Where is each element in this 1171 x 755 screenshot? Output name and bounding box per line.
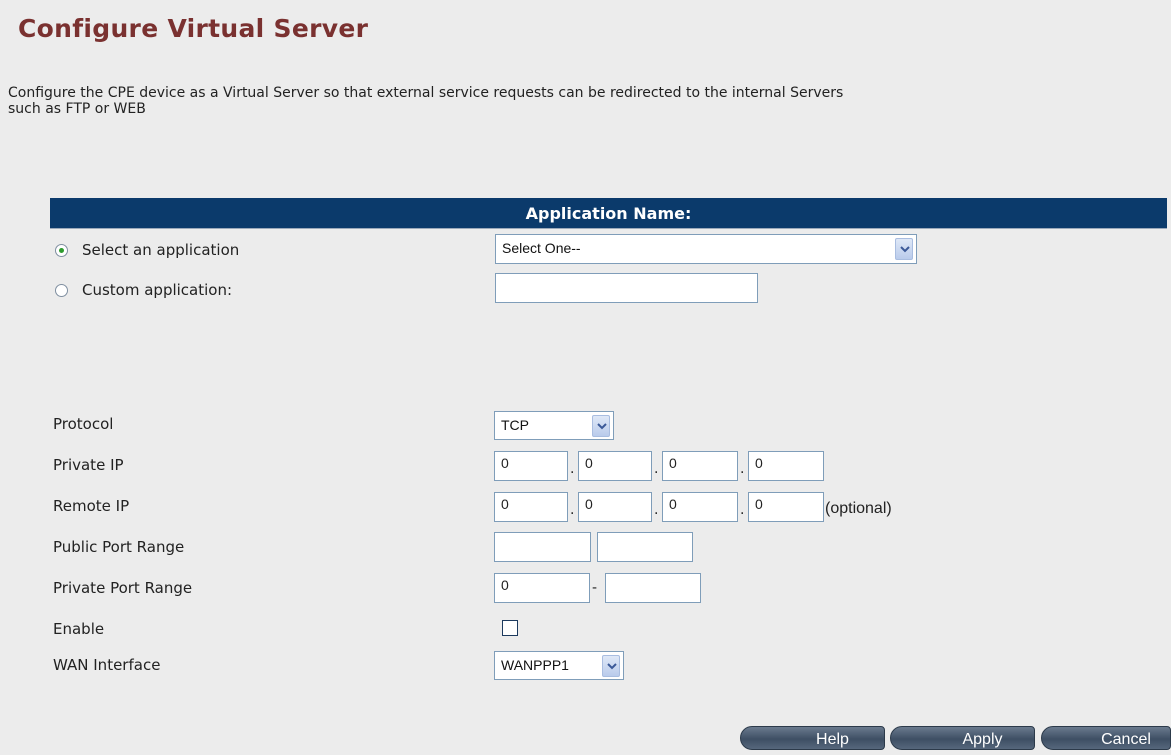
ip-dot: . bbox=[570, 461, 575, 477]
private-port-end-input[interactable] bbox=[605, 573, 701, 603]
page-title: Configure Virtual Server bbox=[18, 14, 369, 43]
select-application-radio[interactable] bbox=[55, 244, 68, 257]
wan-interface-select[interactable]: WANPPP1 bbox=[494, 651, 624, 680]
protocol-label: Protocol bbox=[53, 415, 114, 433]
page-description: Configure the CPE device as a Virtual Se… bbox=[8, 85, 844, 117]
custom-application-radio[interactable] bbox=[55, 284, 68, 297]
enable-label: Enable bbox=[53, 620, 105, 638]
protocol-select-value: TCP bbox=[501, 417, 529, 433]
header-divider bbox=[50, 228, 1167, 229]
public-port-end-input[interactable] bbox=[597, 532, 693, 562]
private-ip-octet-3[interactable]: 0 bbox=[662, 451, 738, 481]
custom-application-label: Custom application: bbox=[82, 281, 233, 299]
protocol-select[interactable]: TCP bbox=[494, 411, 614, 440]
ip-dot: . bbox=[654, 502, 659, 518]
radio-selected-dot bbox=[59, 248, 64, 253]
private-ip-octet-4[interactable]: 0 bbox=[748, 451, 824, 481]
remote-ip-octet-1[interactable]: 0 bbox=[494, 492, 568, 522]
application-name-header: Application Name: bbox=[50, 198, 1167, 228]
wan-interface-label: WAN Interface bbox=[53, 656, 161, 674]
select-application-label: Select an application bbox=[82, 241, 240, 259]
application-select-value: Select One-- bbox=[502, 240, 581, 256]
port-range-separator: - bbox=[592, 580, 598, 596]
private-port-range-label: Private Port Range bbox=[53, 579, 193, 597]
public-port-start-input[interactable] bbox=[494, 532, 591, 562]
remote-ip-octet-4[interactable]: 0 bbox=[748, 492, 824, 522]
public-port-range-label: Public Port Range bbox=[53, 538, 185, 556]
private-ip-octet-2[interactable]: 0 bbox=[578, 451, 652, 481]
remote-ip-label: Remote IP bbox=[53, 497, 130, 515]
enable-checkbox[interactable] bbox=[502, 620, 518, 636]
apply-button[interactable]: Apply bbox=[890, 726, 1035, 750]
ip-dot: . bbox=[570, 502, 575, 518]
remote-ip-octet-3[interactable]: 0 bbox=[662, 492, 738, 522]
private-port-start-input[interactable]: 0 bbox=[494, 573, 590, 603]
private-ip-octet-1[interactable]: 0 bbox=[494, 451, 568, 481]
remote-ip-optional-note: (optional) bbox=[825, 500, 892, 517]
help-button[interactable]: Help bbox=[740, 726, 885, 750]
chevron-down-icon[interactable] bbox=[592, 415, 610, 437]
custom-application-input[interactable] bbox=[495, 273, 758, 303]
private-ip-label: Private IP bbox=[53, 456, 124, 474]
application-select[interactable]: Select One-- bbox=[495, 234, 917, 264]
cancel-button[interactable]: Cancel bbox=[1041, 726, 1171, 750]
ip-dot: . bbox=[740, 461, 745, 477]
chevron-down-icon[interactable] bbox=[895, 238, 913, 260]
ip-dot: . bbox=[654, 461, 659, 477]
ip-dot: . bbox=[740, 502, 745, 518]
remote-ip-octet-2[interactable]: 0 bbox=[578, 492, 652, 522]
wan-interface-select-value: WANPPP1 bbox=[501, 657, 569, 673]
chevron-down-icon[interactable] bbox=[602, 655, 620, 677]
